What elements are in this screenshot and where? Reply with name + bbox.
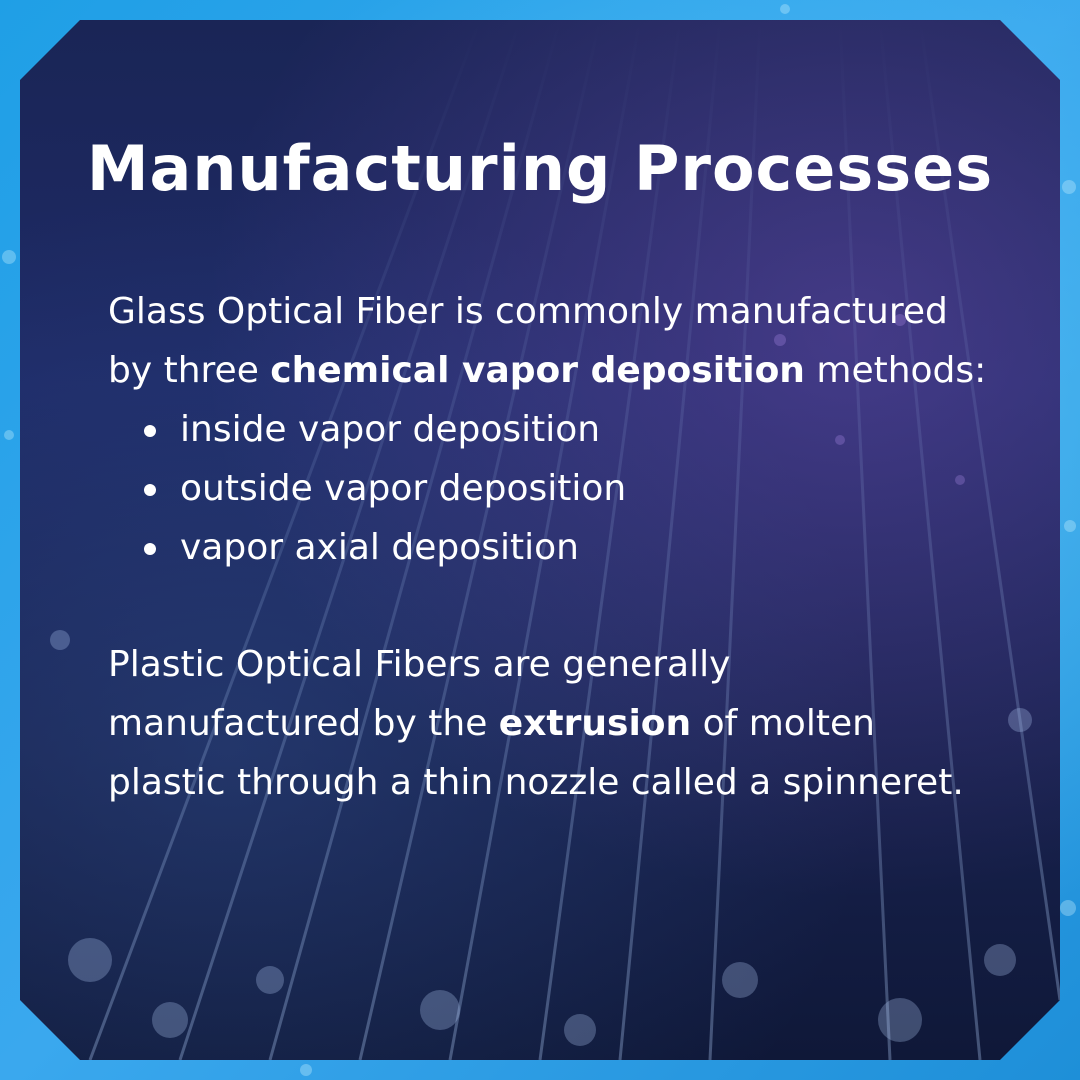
deposition-methods-list: inside vapor deposition outside vapor de… xyxy=(108,400,988,577)
content-card: Manufacturing Processes Glass Optical Fi… xyxy=(20,20,1060,1060)
glass-fiber-paragraph: Glass Optical Fiber is commonly manufact… xyxy=(108,282,988,400)
list-item: outside vapor deposition xyxy=(144,459,988,518)
plastic-fiber-paragraph: Plastic Optical Fibers are generally man… xyxy=(108,635,988,812)
page-title: Manufacturing Processes xyxy=(86,132,994,205)
glass-intro-end: methods: xyxy=(804,350,987,391)
glass-highlight-text: chemical vapor deposition xyxy=(270,350,805,391)
content-body: Glass Optical Fiber is commonly manufact… xyxy=(108,282,988,812)
list-item: vapor axial deposition xyxy=(144,518,988,577)
list-item: inside vapor deposition xyxy=(144,400,988,459)
plastic-highlight-text: extrusion xyxy=(498,703,692,744)
slide: Manufacturing Processes Glass Optical Fi… xyxy=(0,0,1080,1080)
